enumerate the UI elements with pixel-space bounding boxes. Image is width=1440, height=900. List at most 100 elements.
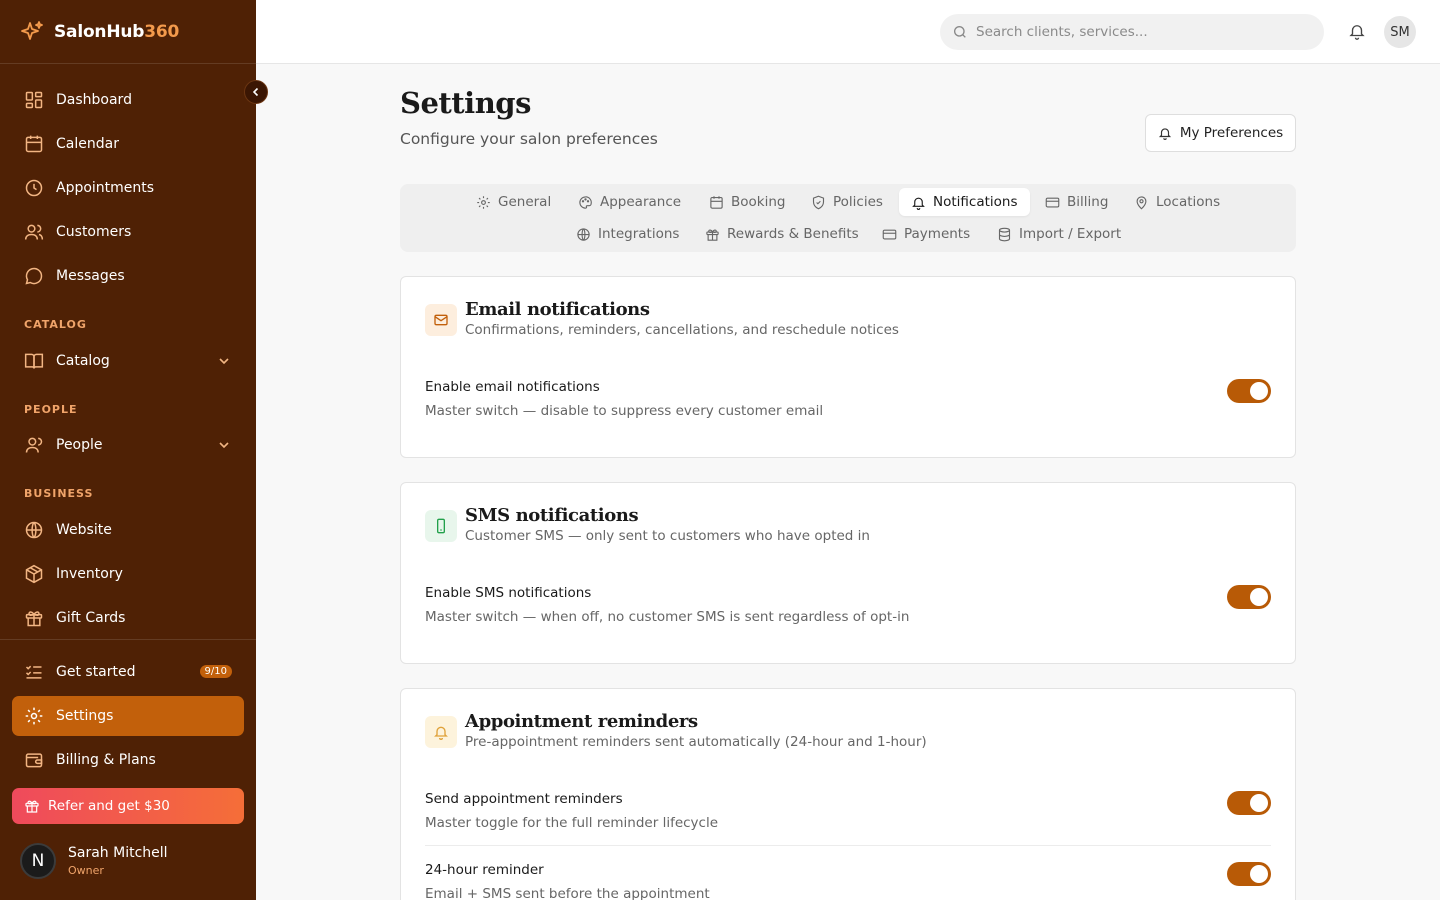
- tab-policies[interactable]: Policies: [803, 188, 891, 216]
- email-notifications-card: Email notifications Confirmations, remin…: [400, 276, 1296, 458]
- card-description: Pre-appointment reminders sent automatic…: [465, 734, 927, 750]
- tab-billing[interactable]: Billing: [1037, 188, 1116, 216]
- card-description: Confirmations, reminders, cancellations,…: [465, 322, 899, 338]
- tab-import-export[interactable]: Import / Export: [989, 220, 1129, 248]
- sidebar-item-label: Inventory: [56, 566, 123, 582]
- sidebar-item-label: Catalog: [56, 353, 110, 369]
- shield-check-icon: [812, 195, 825, 209]
- sidebar-item-label: Appointments: [56, 180, 155, 196]
- setting-label: Enable SMS notifications: [425, 585, 592, 601]
- tab-label: Integrations: [598, 226, 680, 242]
- sidebar-item-label: Dashboard: [56, 92, 132, 108]
- sidebar-item-website[interactable]: Website: [12, 510, 244, 550]
- toggle-knob: [1250, 865, 1268, 883]
- chevron-left-icon: [252, 87, 259, 97]
- avatar[interactable]: SM: [1384, 16, 1416, 48]
- tab-locations[interactable]: Locations: [1126, 188, 1228, 216]
- card-title: Appointment reminders: [465, 711, 698, 732]
- my-preferences-button[interactable]: My Preferences: [1145, 114, 1296, 152]
- globe-icon: [25, 521, 43, 539]
- chevron-down-icon[interactable]: [218, 439, 230, 451]
- toggle-knob: [1250, 794, 1268, 812]
- my-preferences-label: My Preferences: [1179, 125, 1284, 141]
- card-title: SMS notifications: [465, 505, 639, 526]
- calendar-icon: [710, 195, 723, 209]
- chevron-down-icon[interactable]: [218, 355, 230, 367]
- palette-icon: [579, 195, 592, 209]
- bell-icon: [912, 197, 925, 210]
- map-pin-icon: [1136, 195, 1147, 209]
- sidebar-divider: [0, 639, 256, 640]
- card-title: Email notifications: [465, 299, 650, 320]
- sidebar-item-calendar[interactable]: Calendar: [12, 124, 244, 164]
- tab-booking[interactable]: Booking: [701, 188, 793, 216]
- credit-card-icon: [882, 229, 897, 239]
- gift-icon: [25, 800, 39, 813]
- page-title: Settings: [400, 86, 531, 120]
- sidebar-item-appointments[interactable]: Appointments: [12, 168, 244, 208]
- bell-icon: [1158, 128, 1171, 140]
- tab-payments[interactable]: Payments: [874, 220, 978, 248]
- sidebar-item-customers[interactable]: Customers: [12, 212, 244, 252]
- user-profile[interactable]: N Sarah Mitchell Owner: [20, 843, 168, 879]
- send-reminders-toggle[interactable]: [1227, 791, 1271, 815]
- sidebar-item-catalog[interactable]: Catalog: [12, 341, 244, 381]
- search-icon: [954, 26, 966, 38]
- tab-label: Booking: [731, 194, 786, 210]
- sidebar-item-label: People: [56, 437, 103, 453]
- setting-label: Send appointment reminders: [425, 791, 623, 807]
- sidebar-item-label: Billing & Plans: [56, 752, 156, 768]
- tab-rewards[interactable]: Rewards & Benefits: [697, 220, 867, 248]
- mail-icon-badge: [425, 304, 457, 336]
- tab-appearance[interactable]: Appearance: [570, 188, 689, 216]
- sidebar-item-billing[interactable]: Billing & Plans: [12, 740, 244, 780]
- sidebar-item-inventory[interactable]: Inventory: [12, 554, 244, 594]
- tab-general[interactable]: General: [468, 188, 559, 216]
- brand-name: SalonHub360: [54, 21, 180, 42]
- tab-label: Billing: [1067, 194, 1109, 210]
- message-icon: [25, 267, 43, 285]
- sidebar-item-label: Gift Cards: [56, 610, 126, 626]
- email-notifications-toggle[interactable]: [1227, 379, 1271, 403]
- sidebar-item-dashboard[interactable]: Dashboard: [12, 80, 244, 120]
- setting-description: Master switch — disable to suppress ever…: [425, 403, 824, 419]
- search-input[interactable]: [976, 24, 1296, 40]
- gear-icon: [25, 707, 43, 725]
- sidebar-item-gift-cards[interactable]: Gift Cards: [12, 598, 244, 638]
- sidebar-item-messages[interactable]: Messages: [12, 256, 244, 296]
- tab-notifications[interactable]: Notifications: [899, 188, 1030, 216]
- tab-integrations[interactable]: Integrations: [568, 220, 687, 248]
- smartphone-icon: [437, 518, 445, 534]
- refer-label: Refer and get $30: [48, 798, 170, 814]
- credit-card-icon: [1045, 197, 1060, 207]
- collapse-sidebar-button[interactable]: [244, 80, 268, 104]
- checklist-icon: [25, 665, 42, 679]
- tab-label: Payments: [904, 226, 971, 242]
- settings-tabs: General Appearance Booking Policies Noti…: [400, 184, 1296, 252]
- sidebar-item-settings[interactable]: Settings: [12, 696, 244, 736]
- section-label-business: BUSINESS: [24, 487, 94, 500]
- setting-description: Master toggle for the full reminder life…: [425, 815, 719, 831]
- refer-button[interactable]: Refer and get $30: [12, 788, 244, 824]
- mail-icon: [434, 314, 448, 326]
- toggle-knob: [1250, 382, 1268, 400]
- user-icon: [25, 437, 43, 453]
- grid-icon: [25, 91, 43, 109]
- row-divider: [425, 845, 1271, 846]
- sidebar-item-people[interactable]: People: [12, 425, 244, 465]
- wallet-icon: [25, 753, 43, 768]
- tab-label: Policies: [833, 194, 883, 210]
- avatar: N: [20, 843, 56, 879]
- card-description: Customer SMS — only sent to customers wh…: [465, 528, 870, 544]
- page-subtitle: Configure your salon preferences: [400, 130, 658, 148]
- progress-badge: 9/10: [199, 665, 232, 678]
- sms-notifications-toggle[interactable]: [1227, 585, 1271, 609]
- search-bar[interactable]: [940, 14, 1324, 50]
- 24-hour-reminder-toggle[interactable]: [1227, 862, 1271, 886]
- sms-notifications-card: SMS notifications Customer SMS — only se…: [400, 482, 1296, 664]
- brand[interactable]: SalonHub360: [0, 0, 256, 64]
- sidebar-item-label: Messages: [56, 268, 125, 284]
- bell-icon[interactable]: [1348, 22, 1366, 40]
- package-icon: [25, 564, 43, 584]
- sidebar-item-get-started[interactable]: Get started 9/10: [12, 652, 244, 692]
